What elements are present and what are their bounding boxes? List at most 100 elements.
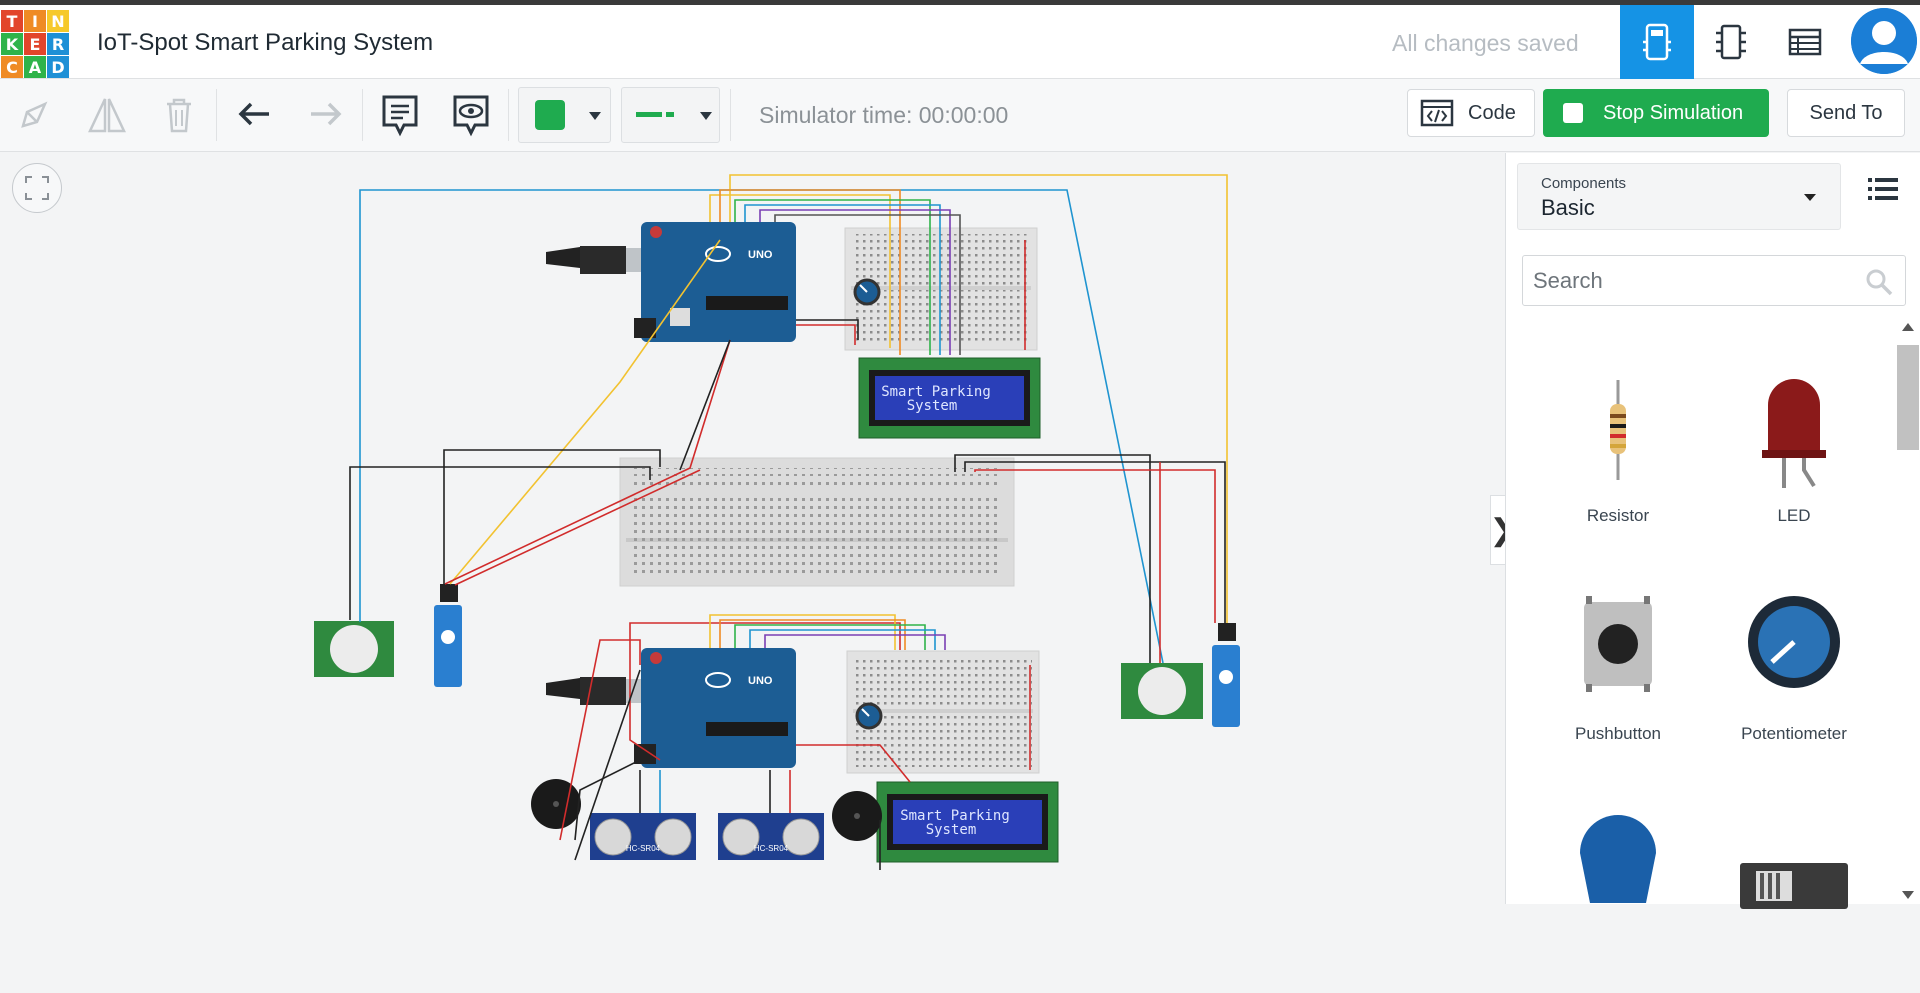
wire-color-swatch [535,100,565,130]
component-tile-capacitor[interactable] [1530,793,1706,993]
flip-icon [88,98,126,133]
component-tile-label: Resistor [1586,506,1650,525]
component-tile-label: LED [1777,506,1811,525]
app-header: TINKERCAD IoT-Spot Smart Parking System … [0,5,1920,79]
redo-icon [311,102,342,126]
toolbar-divider [508,89,509,141]
circuit-drawing: UNO UNO Smart Parking System Smart Parki… [314,174,1240,870]
component-tile-potentiometer[interactable]: Potentiometer [1706,578,1882,778]
servo-left[interactable] [434,584,462,687]
undo-icon [238,102,269,126]
chevron-up-icon [1902,323,1914,331]
pir-sensor-left[interactable] [314,621,394,677]
lcd-display-top[interactable]: Smart Parking System [858,357,1041,439]
chevron-down-icon [700,112,712,120]
buzzer-right[interactable] [832,791,882,841]
resistor-icon [1610,380,1626,480]
user-avatar[interactable] [1851,8,1917,74]
note-icon [382,95,418,137]
components-dropdown[interactable]: Components Basic [1517,163,1841,230]
components-dropdown-value: Basic [1541,195,1595,220]
logo-letter: A [24,56,46,78]
potentiometer-top[interactable] [853,278,881,306]
save-status: All changes saved [1392,30,1579,56]
project-title[interactable]: IoT-Spot Smart Parking System [97,29,433,57]
chevron-down-icon [589,112,601,120]
lcd-top-line2: System [907,398,958,414]
buzzer-left[interactable] [531,779,581,829]
code-button[interactable]: Code [1407,89,1535,137]
arduino-uno-bottom[interactable]: UNO [546,648,796,768]
pen-icon [21,101,48,128]
chevron-down-icon [1804,194,1816,201]
arduino-uno-top[interactable]: UNO [546,222,796,342]
toolbar-divider [362,89,363,141]
component-search[interactable] [1522,255,1906,306]
list-view-icon [1868,178,1898,200]
wire-type-dropdown[interactable] [621,87,720,143]
logo-letter: I [24,10,46,32]
stop-icon [1563,103,1583,123]
scrollbar-thumb[interactable] [1897,345,1919,450]
delete-button[interactable] [155,91,203,139]
list-view-button[interactable] [1868,177,1898,206]
schematic-view-button[interactable] [1694,5,1768,79]
circuit-view-icon [1643,23,1671,61]
send-to-button[interactable]: Send To [1787,89,1905,137]
potentiometer-icon [1748,596,1840,688]
arduino-top-label: UNO [748,249,773,261]
component-tile-slideswitch[interactable] [1706,793,1882,993]
wire-color-dropdown[interactable] [518,87,611,143]
toolbar: Simulator time: 00:00:00 Code Stop Simul… [0,79,1920,152]
capacitor-icon [1580,815,1656,903]
logo-letter: N [47,10,69,32]
component-list-icon [1788,28,1822,56]
toggle-notes-button[interactable] [447,91,495,139]
component-list-button[interactable] [1768,5,1842,79]
chevron-down-icon [1902,891,1914,899]
code-icon [1420,99,1454,127]
wire-type-icon [636,112,674,117]
notes-button[interactable] [376,91,424,139]
simulator-time: Simulator time: 00:00:00 [759,102,1009,128]
ultrasonic-right-label: HC-SR04 [754,844,789,853]
toolbar-divider [216,89,217,141]
component-tile-pushbutton[interactable]: Pushbutton [1530,578,1706,778]
stop-simulation-button[interactable]: Stop Simulation [1543,89,1769,137]
component-tile-led[interactable]: LED [1706,360,1882,560]
search-input[interactable] [1533,267,1853,295]
send-to-label: Send To [1809,101,1883,124]
potentiometer-bottom[interactable] [855,702,883,730]
flip-button[interactable] [83,91,131,139]
circuit-view-button[interactable] [1620,5,1694,79]
servo-right[interactable] [1212,623,1240,727]
pir-sensor-right[interactable] [1121,663,1203,719]
lcd-display-bottom[interactable]: Smart Parking System [876,781,1059,863]
circuit-canvas[interactable]: UNO UNO Smart Parking System Smart Parki… [0,153,1505,904]
ultrasonic-sensor-left[interactable]: HC-SR04 [590,813,696,860]
logo-letter: K [1,33,23,55]
lcd-bottom-line2: System [926,822,977,838]
components-dropdown-label: Components [1541,175,1627,192]
pushbutton-icon [1584,596,1652,692]
ultrasonic-sensor-right[interactable]: HC-SR04 [718,813,824,860]
main-breadboard[interactable] [619,457,1015,587]
eye-note-icon [453,95,489,137]
user-icon [1851,8,1917,74]
component-tile-resistor[interactable]: Resistor [1530,360,1706,560]
logo-letter: R [47,33,69,55]
trash-icon [167,98,191,133]
undo-button[interactable] [231,91,279,139]
tinkercad-logo[interactable]: TIN KER CAD [1,10,69,78]
logo-letter: D [47,56,69,78]
ultrasonic-left-label: HC-SR04 [626,844,661,853]
select-tool-button[interactable] [10,91,58,139]
schematic-view-icon [1716,24,1746,60]
search-icon[interactable] [1865,268,1893,296]
component-tile-label: Potentiometer [1741,724,1847,743]
components-panel: Components Basic Resistor [1505,153,1920,909]
stop-simulation-label: Stop Simulation [1603,101,1744,124]
logo-letter: E [24,33,46,55]
led-icon [1762,379,1826,488]
redo-button[interactable] [301,91,349,139]
